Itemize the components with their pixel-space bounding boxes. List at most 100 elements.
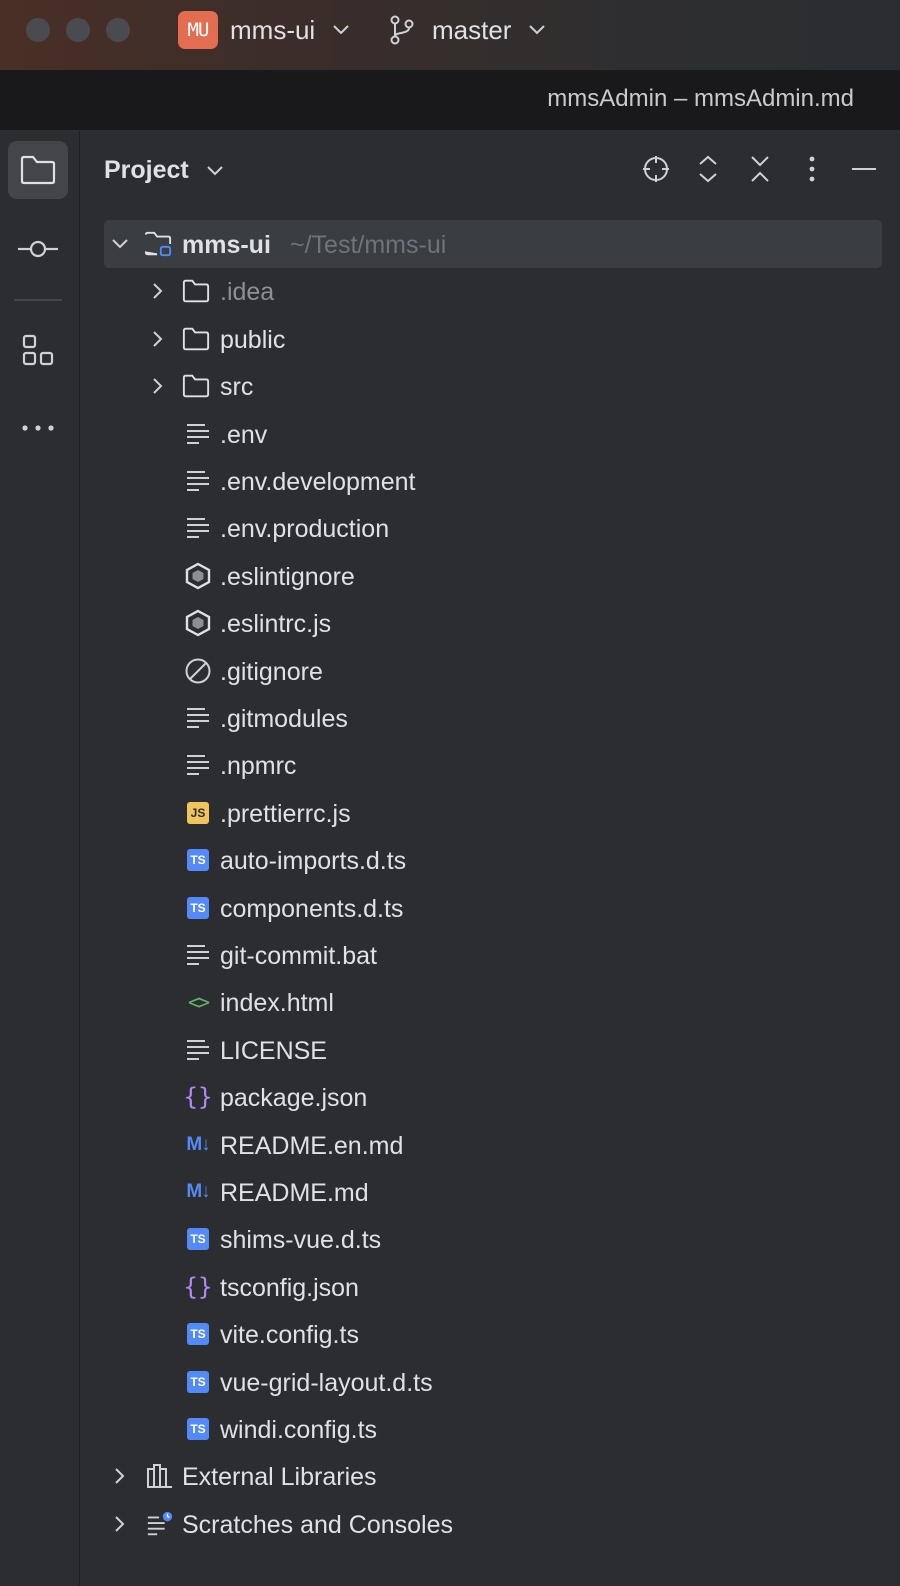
- tree-file-row[interactable]: .eslintignore: [104, 552, 882, 600]
- tree-special-row[interactable]: Scratches and Consoles: [104, 1500, 882, 1548]
- folder-icon: [182, 372, 210, 400]
- tree-special-row[interactable]: External Libraries: [104, 1452, 882, 1500]
- commit-tool-button[interactable]: [8, 220, 68, 278]
- tree-file-row[interactable]: M↓ README.en.md: [104, 1121, 882, 1169]
- expand-all-button[interactable]: [691, 152, 725, 186]
- tree-file-row[interactable]: .gitmodules: [104, 694, 882, 742]
- tree-file-row[interactable]: TS auto-imports.d.ts: [104, 836, 882, 884]
- hide-icon: [852, 168, 876, 170]
- commit-icon: [18, 240, 58, 258]
- tree-item-label: README.md: [220, 1179, 369, 1207]
- structure-tool-button[interactable]: [8, 321, 68, 379]
- project-badge[interactable]: MU: [178, 11, 218, 49]
- tree-file-row[interactable]: TS components.d.ts: [104, 884, 882, 932]
- eslint-icon: [184, 562, 212, 590]
- tree-file-row[interactable]: .gitignore: [104, 647, 882, 695]
- zoom-window-button[interactable]: [106, 18, 130, 42]
- tree-item-label: auto-imports.d.ts: [220, 847, 407, 876]
- tree-file-row[interactable]: TS vite.config.ts: [104, 1310, 882, 1358]
- tree-folder-row[interactable]: public: [104, 315, 882, 363]
- tree-file-row[interactable]: LICENSE: [104, 1026, 882, 1074]
- tree-item-label: windi.config.ts: [220, 1416, 378, 1444]
- text-file-icon: [184, 514, 212, 542]
- more-tools-button[interactable]: [8, 399, 68, 457]
- folder-icon: [182, 325, 210, 353]
- tree-item-label: vite.config.ts: [220, 1321, 359, 1350]
- tree-file-row[interactable]: .env.production: [104, 504, 882, 552]
- tree-file-row[interactable]: .eslintrc.js: [104, 599, 882, 647]
- minimize-window-button[interactable]: [66, 18, 90, 42]
- branch-name[interactable]: master: [432, 15, 511, 46]
- typescript-file-icon: TS: [184, 1415, 212, 1443]
- title-bar: MU mms-ui master: [0, 0, 900, 71]
- tree-folder-row[interactable]: .idea: [104, 267, 882, 315]
- text-file-icon: [184, 751, 212, 779]
- tree-file-row[interactable]: {} tsconfig.json: [104, 1263, 882, 1311]
- tree-file-row[interactable]: <> index.html: [104, 978, 882, 1026]
- tree-item-label: git-commit.bat: [220, 942, 377, 970]
- chevron-right-icon[interactable]: [148, 281, 168, 301]
- scratches-icon: [146, 1510, 174, 1538]
- tree-file-row[interactable]: .env.development: [104, 457, 882, 505]
- locate-button[interactable]: [639, 152, 673, 186]
- tree-file-row[interactable]: git-commit.bat: [104, 931, 882, 979]
- more-horizontal-icon: [22, 425, 54, 431]
- tree-folder-row[interactable]: src: [104, 362, 882, 410]
- text-file-icon: [184, 1036, 212, 1064]
- chevron-down-icon[interactable]: [110, 234, 130, 254]
- expand-all-icon: [699, 155, 717, 183]
- typescript-file-icon: TS: [184, 1320, 212, 1348]
- collapse-all-button[interactable]: [743, 152, 777, 186]
- chevron-down-icon[interactable]: [206, 164, 224, 178]
- tree-root-row[interactable]: mms-ui ~/Test/mms-ui: [104, 220, 882, 268]
- ignore-file-icon: [184, 657, 212, 685]
- typescript-file-icon: TS: [184, 1225, 212, 1253]
- root-path-hint: ~/Test/mms-ui: [290, 231, 447, 259]
- tree-file-row[interactable]: .env: [104, 410, 882, 458]
- tree-file-row[interactable]: TS windi.config.ts: [104, 1405, 882, 1453]
- window-title-bar: mmsAdmin – mmsAdmin.md: [0, 70, 900, 131]
- hide-panel-button[interactable]: [847, 152, 881, 186]
- text-file-icon: [184, 941, 212, 969]
- text-file-icon: [184, 420, 212, 448]
- html-file-icon: <>: [187, 990, 210, 1015]
- tree-item-label: index.html: [220, 989, 334, 1018]
- structure-icon: [22, 334, 54, 366]
- tree-item-label: .prettierrc.js: [220, 799, 351, 828]
- tree-item-label: Scratches and Consoles: [182, 1510, 453, 1539]
- tree-item-label: shims-vue.d.ts: [220, 1226, 382, 1255]
- tree-file-row[interactable]: {} package.json: [104, 1073, 882, 1121]
- library-icon: [146, 1462, 174, 1490]
- eslint-icon: [184, 609, 212, 637]
- typescript-file-icon: TS: [184, 846, 212, 874]
- panel-title[interactable]: Project: [104, 156, 189, 185]
- text-file-icon: [184, 467, 212, 495]
- tree-file-row[interactable]: JS .prettierrc.js: [104, 789, 882, 837]
- tree-file-row[interactable]: TS shims-vue.d.ts: [104, 1215, 882, 1263]
- module-folder-icon: [144, 230, 172, 258]
- stripe-separator: [14, 299, 62, 301]
- close-window-button[interactable]: [26, 18, 50, 42]
- tree-item-label: src: [220, 373, 254, 402]
- tree-item-label: .eslintignore: [220, 562, 355, 591]
- chevron-right-icon[interactable]: [110, 1514, 130, 1534]
- collapse-all-icon: [751, 156, 769, 182]
- project-tool-button[interactable]: [8, 141, 68, 199]
- tree-item-label: public: [220, 325, 286, 354]
- options-button[interactable]: [795, 152, 829, 186]
- project-name[interactable]: mms-ui: [230, 15, 315, 46]
- json-file-icon: {}: [183, 1083, 213, 1112]
- folder-icon: [182, 277, 210, 305]
- tree-file-row[interactable]: .npmrc: [104, 741, 882, 789]
- tree-file-row[interactable]: TS vue-grid-layout.d.ts: [104, 1358, 882, 1406]
- chevron-down-icon[interactable]: [332, 23, 350, 37]
- chevron-down-icon[interactable]: [528, 23, 546, 37]
- chevron-right-icon[interactable]: [110, 1466, 130, 1486]
- typescript-file-icon: TS: [184, 894, 212, 922]
- tree-file-row[interactable]: M↓ README.md: [104, 1168, 882, 1216]
- chevron-right-icon[interactable]: [148, 376, 168, 396]
- tree-item-label: .idea: [220, 278, 275, 307]
- chevron-right-icon[interactable]: [148, 329, 168, 349]
- branch-icon: [390, 15, 414, 45]
- tree-item-label: components.d.ts: [220, 894, 404, 923]
